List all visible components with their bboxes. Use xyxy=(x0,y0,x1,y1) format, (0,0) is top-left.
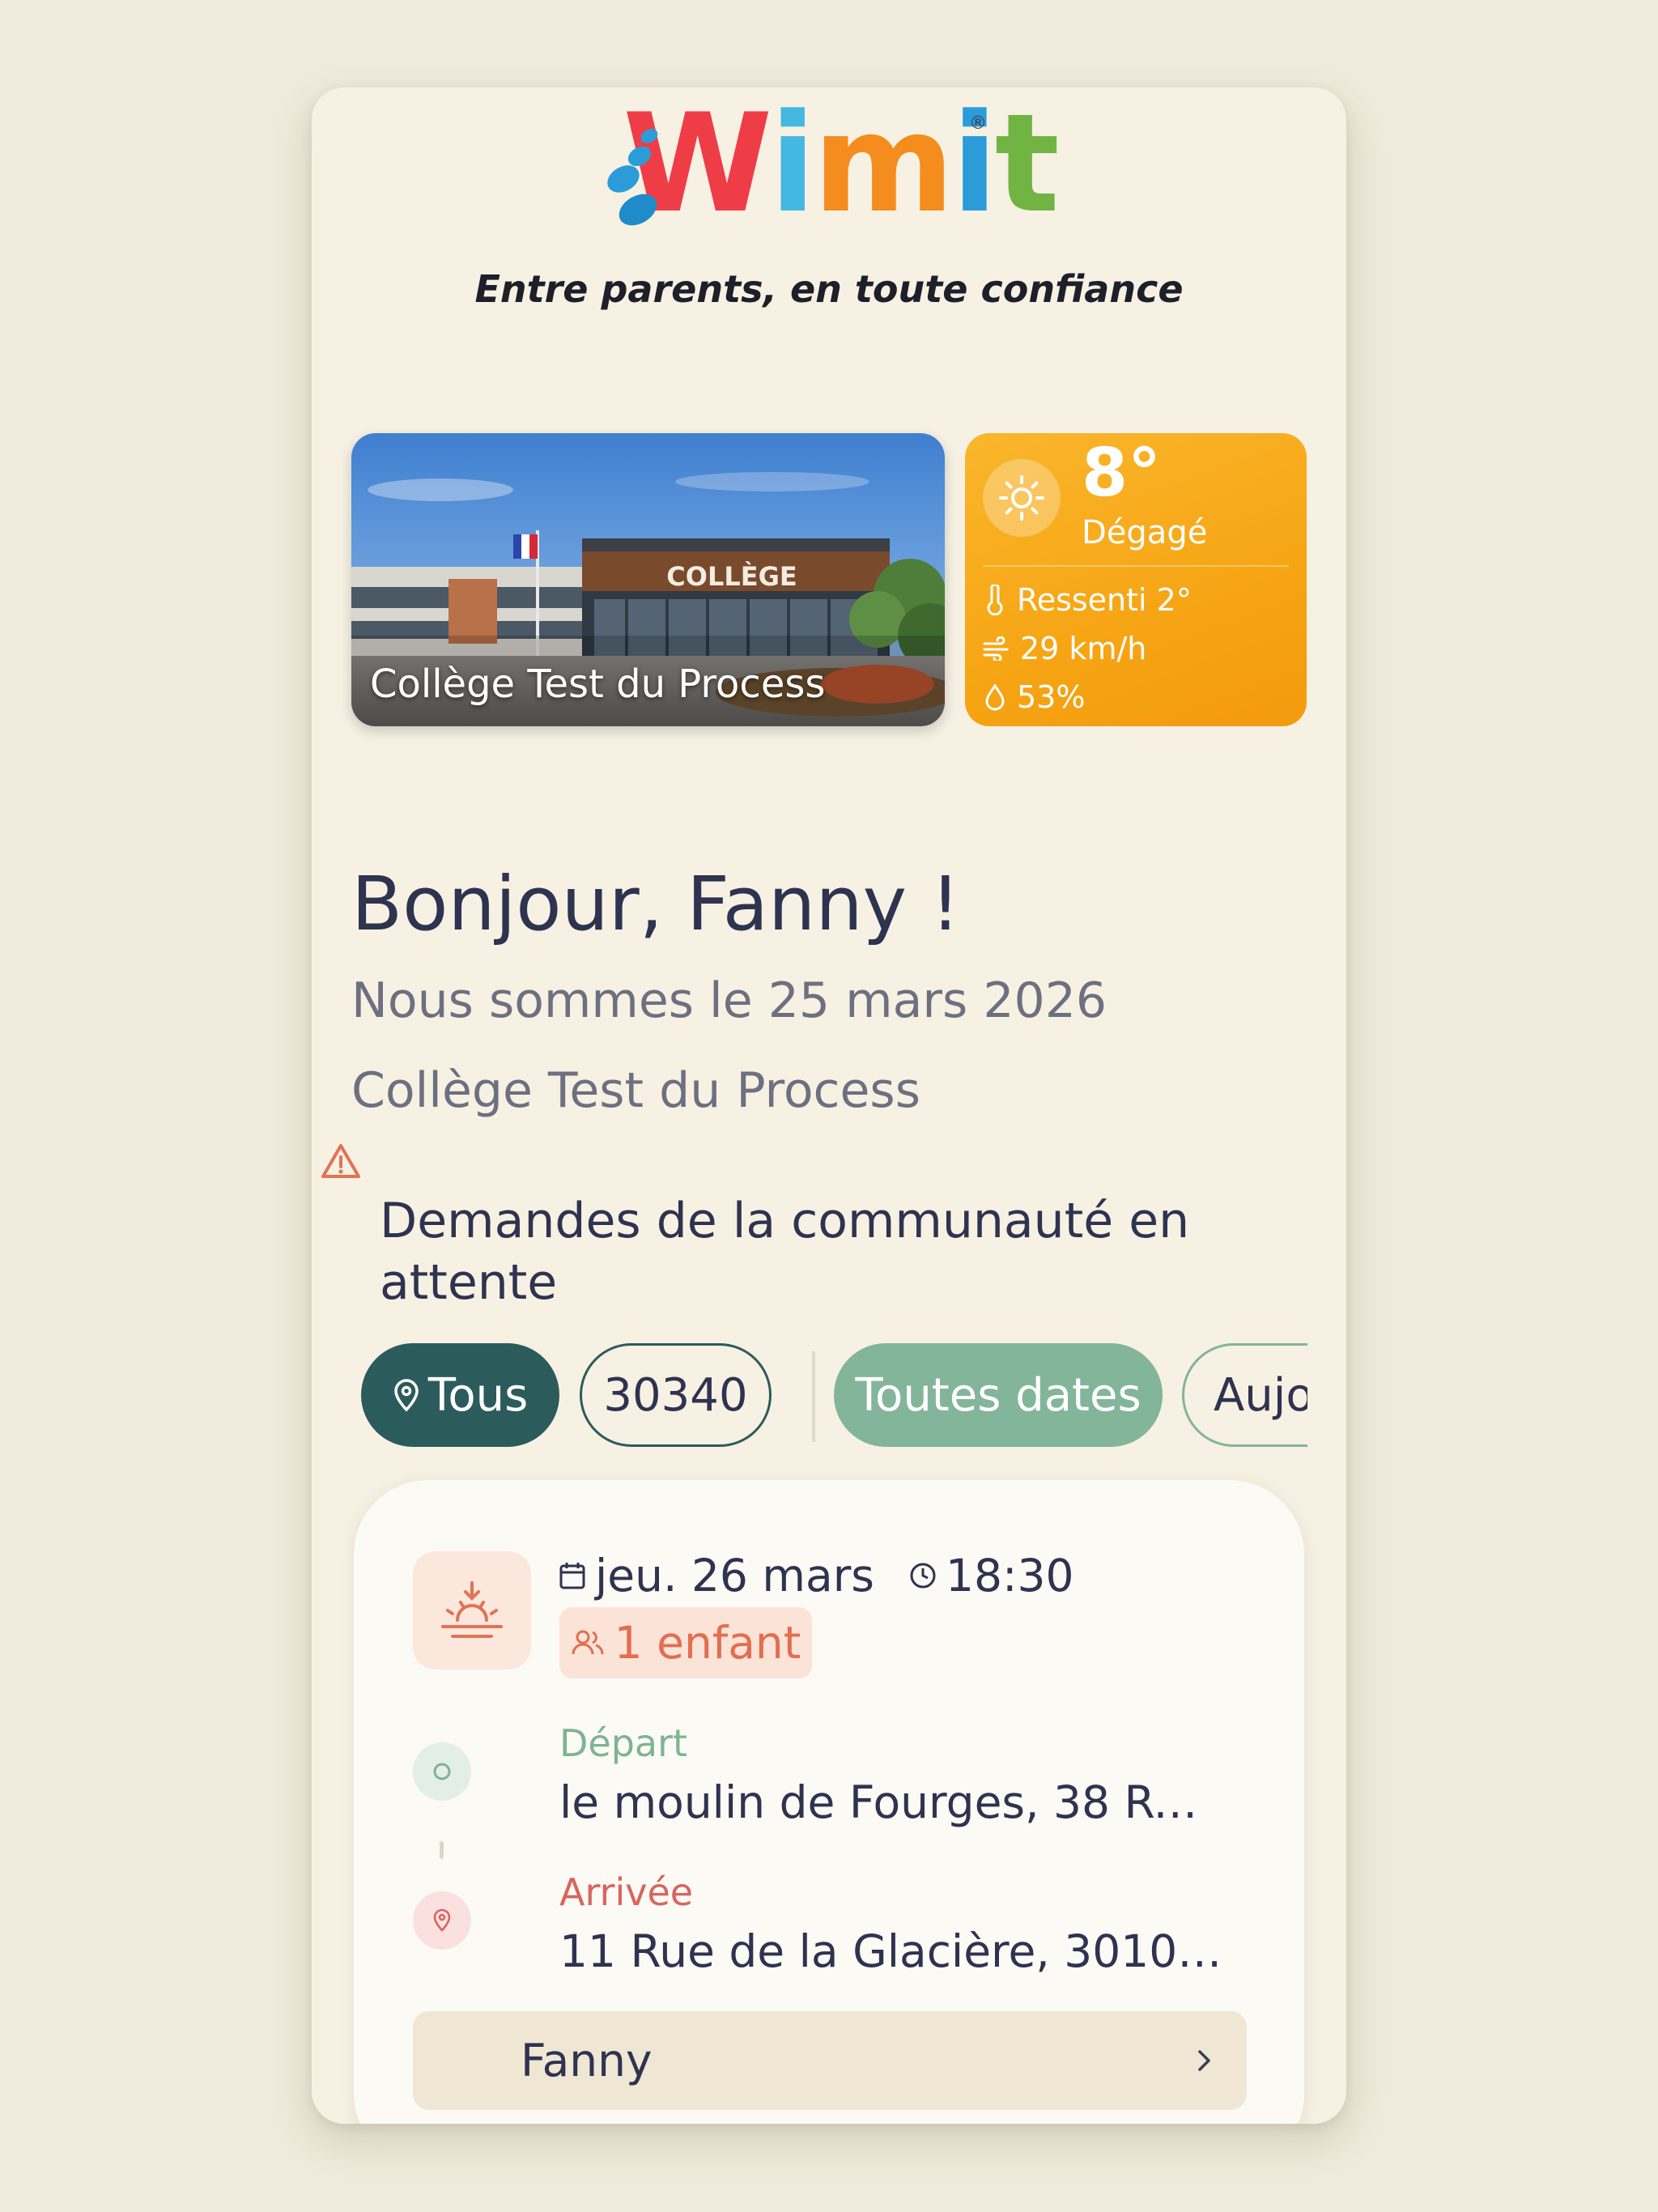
chip-location-all[interactable]: Tous xyxy=(361,1343,559,1447)
request-card[interactable]: jeu. 26 mars 18:30 1 enfant Départ le mo… xyxy=(354,1480,1304,2124)
sunrise-icon xyxy=(413,1551,531,1670)
droplet-icon xyxy=(985,683,1005,711)
calendar-icon xyxy=(559,1563,585,1589)
wimit-logo: Wimit xyxy=(602,96,1060,235)
weather-feels-like: Ressenti 2° xyxy=(983,582,1192,618)
feels-like-text: Ressenti 2° xyxy=(1017,582,1192,618)
chip-location-all-label: Tous xyxy=(427,1368,529,1422)
request-date: jeu. 26 mars xyxy=(595,1550,874,1602)
chip-today[interactable]: Aujo xyxy=(1182,1343,1307,1447)
wind-text: 29 km/h xyxy=(1020,631,1147,666)
sun-icon xyxy=(983,459,1061,537)
chip-all-dates[interactable]: Toutes dates xyxy=(834,1343,1163,1447)
logo-wordmark: Wimit xyxy=(623,87,1060,243)
departure-label: Départ xyxy=(559,1721,688,1765)
chevron-right-icon xyxy=(1198,2050,1210,2071)
request-time: 18:30 xyxy=(945,1550,1074,1602)
logo-letter: m xyxy=(813,87,954,243)
school-line: Collège Test du Process xyxy=(351,1062,920,1119)
users-icon xyxy=(572,1630,604,1655)
logo-letter: i xyxy=(769,87,816,243)
weather-divider xyxy=(983,565,1289,567)
route-connector xyxy=(440,1841,444,1859)
departure-dot-icon xyxy=(413,1742,471,1801)
school-card[interactable]: COLLÈGE Collège Test du Process xyxy=(351,433,945,726)
logo-letter: t xyxy=(994,87,1060,243)
departure-address: le moulin de Fourges, 38 Rue du M… xyxy=(559,1776,1223,1828)
children-count: 1 enfant xyxy=(614,1617,801,1669)
school-card-name: Collège Test du Process xyxy=(370,661,826,707)
chip-postcode-label: 30340 xyxy=(603,1368,748,1422)
filter-chips: Tous 30340 Toutes dates Aujo xyxy=(312,1337,1307,1450)
weather-card[interactable]: 8° Dégagé Ressenti 2° 29 km/h 53% xyxy=(965,433,1307,726)
weather-temperature: 8° xyxy=(1082,435,1162,512)
humidity-text: 53% xyxy=(1017,679,1086,715)
date-line: Nous sommes le 25 mars 2026 xyxy=(351,972,1107,1029)
arrival-pin-icon xyxy=(413,1891,471,1950)
chip-separator xyxy=(812,1351,815,1442)
wind-icon xyxy=(983,636,1009,661)
requester-name: Fanny xyxy=(521,2035,653,2087)
greeting-title: Bonjour, Fanny ! xyxy=(351,861,961,947)
weather-wind: 29 km/h xyxy=(983,631,1146,666)
children-badge: 1 enfant xyxy=(559,1607,812,1678)
chip-today-label: Aujo xyxy=(1214,1368,1307,1422)
section-title: Demandes de la communauté en attente xyxy=(380,1193,1190,1311)
weather-humidity: 53% xyxy=(983,679,1085,715)
thermometer-icon xyxy=(987,585,1003,615)
warning-triangle-icon xyxy=(321,1144,360,1178)
chip-all-dates-label: Toutes dates xyxy=(855,1368,1141,1422)
app-screen: Wimit ® Entre parents, en toute confianc… xyxy=(312,87,1346,2124)
chip-postcode[interactable]: 30340 xyxy=(580,1343,772,1447)
request-datetime: jeu. 26 mars 18:30 xyxy=(558,1550,1073,1602)
tagline: Entre parents, en toute confiance xyxy=(474,267,1184,311)
map-pin-icon xyxy=(393,1379,419,1412)
arrival-address: 11 Rue de la Glacière, 30100 Alès, … xyxy=(559,1925,1223,1977)
logo-drops xyxy=(602,113,663,232)
clock-icon xyxy=(910,1563,936,1589)
weather-condition: Dégagé xyxy=(1082,514,1208,551)
requester-button[interactable]: Fanny xyxy=(413,2011,1247,2110)
building-sign: COLLÈGE xyxy=(666,561,797,592)
arrival-label: Arrivée xyxy=(559,1870,694,1914)
registered-mark: ® xyxy=(969,113,987,134)
